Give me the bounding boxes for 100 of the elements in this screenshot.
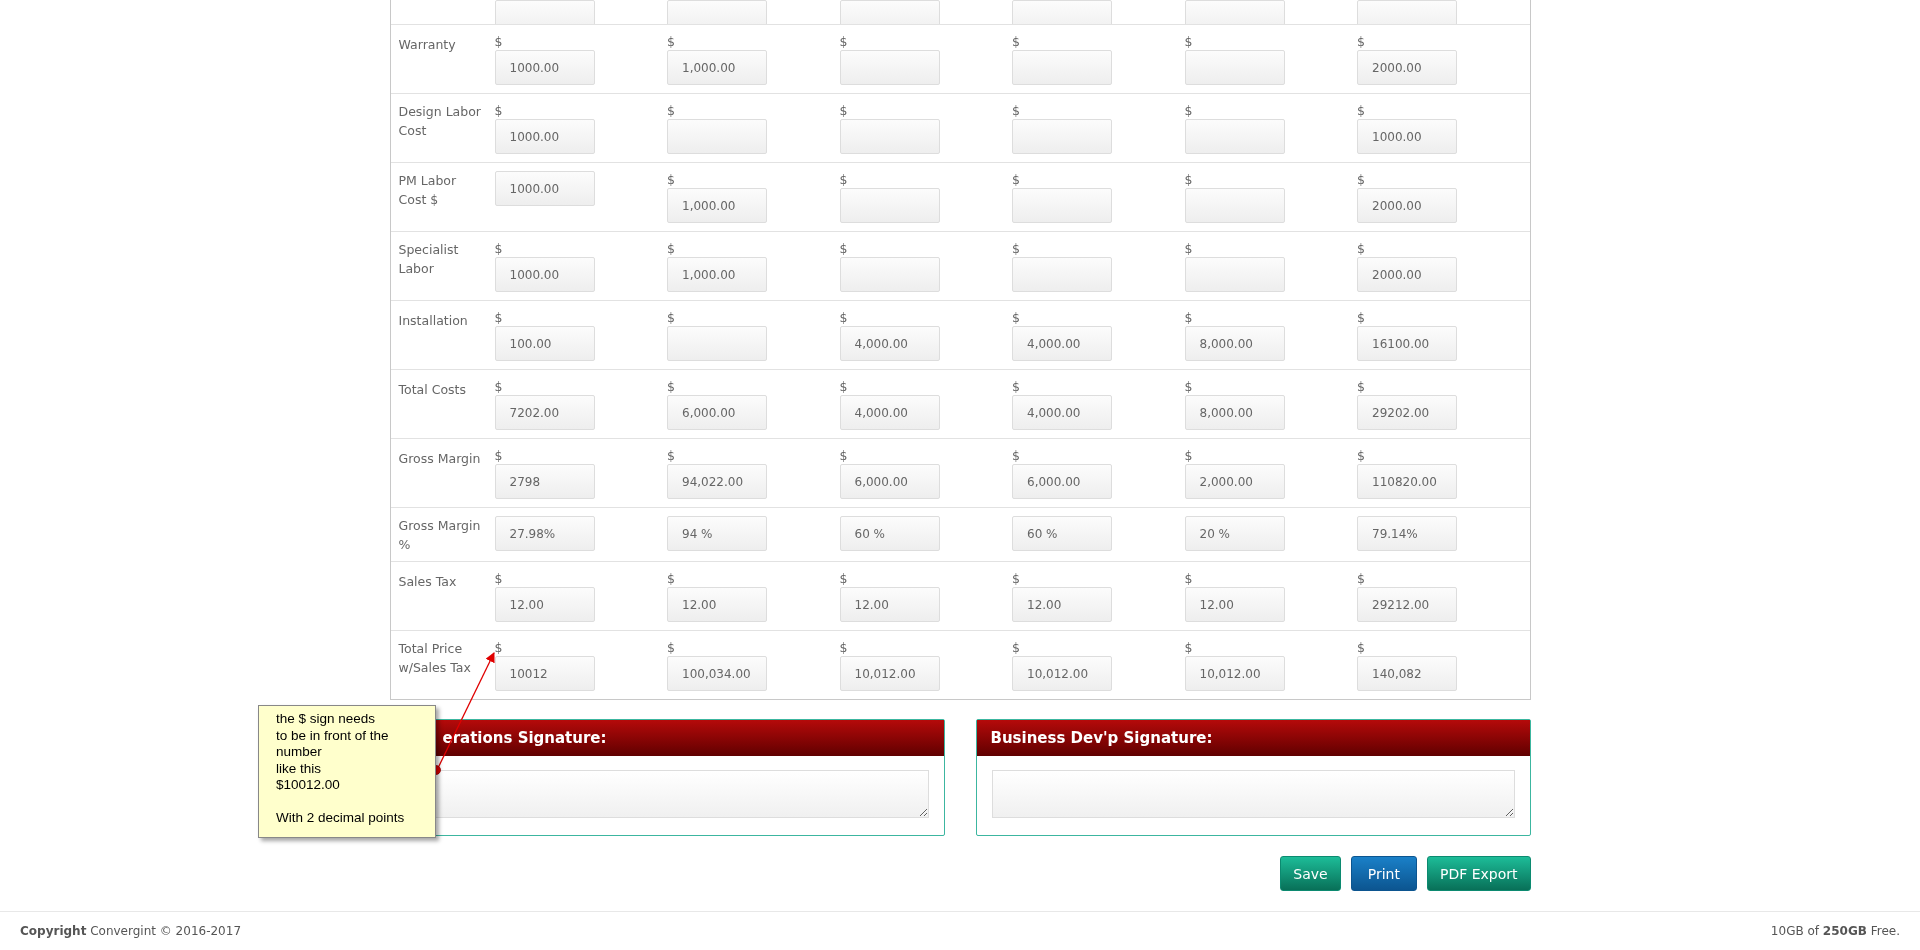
amount-field[interactable]: 10,012.00 bbox=[1184, 656, 1285, 691]
currency-sign: $ bbox=[667, 639, 675, 656]
amount-field[interactable]: 2000.00 bbox=[1357, 188, 1457, 223]
amount-field[interactable]: 60 % bbox=[1012, 516, 1112, 551]
currency-sign: $ bbox=[839, 570, 848, 587]
amount-field[interactable]: 1,000.00 bbox=[667, 257, 767, 292]
amount-field[interactable]: 2000.00 bbox=[1357, 257, 1457, 292]
action-button[interactable]: PDF Export bbox=[1426, 856, 1531, 891]
signature-field[interactable] bbox=[991, 770, 1515, 818]
amount-field[interactable]: 140,082 bbox=[1357, 656, 1457, 691]
amount-field[interactable]: 1000.00 bbox=[1357, 119, 1457, 154]
amount-field[interactable] bbox=[667, 119, 767, 154]
amount-field[interactable]: 8,000.00 bbox=[1184, 395, 1285, 430]
currency-sign: $ bbox=[1357, 102, 1365, 119]
amount-field[interactable]: 8,000.00 bbox=[1184, 326, 1285, 361]
amount-field[interactable]: 100,034.00 bbox=[667, 656, 767, 691]
currency-sign: $ bbox=[667, 102, 675, 119]
amount-field[interactable]: 4,000.00 bbox=[1012, 326, 1112, 361]
currency-sign: $ bbox=[1012, 240, 1020, 257]
amount-field[interactable] bbox=[1184, 188, 1285, 223]
amount-field[interactable]: 29212.00 bbox=[1357, 587, 1457, 622]
currency-sign: $ bbox=[1357, 240, 1365, 257]
amount-field[interactable] bbox=[839, 188, 940, 223]
amount-field[interactable]: 12.00 bbox=[839, 587, 940, 622]
amount-field[interactable]: 94 % bbox=[667, 516, 767, 551]
currency-sign: $ bbox=[494, 639, 503, 656]
amount-field[interactable]: 7202.00 bbox=[494, 395, 595, 430]
currency-sign: $ bbox=[839, 309, 848, 326]
currency-sign: $ bbox=[1357, 33, 1365, 50]
amount-field[interactable] bbox=[1184, 119, 1285, 154]
row-label: Warranty bbox=[398, 36, 456, 54]
currency-sign: $ bbox=[667, 33, 675, 50]
amount-field[interactable]: 1,000.00 bbox=[667, 50, 767, 85]
row-label: Gross Margin % bbox=[398, 517, 482, 554]
currency-sign: $ bbox=[667, 240, 675, 257]
currency-sign: $ bbox=[1012, 102, 1020, 119]
copyright-text: Copyright Convergint © 2016-2017 bbox=[20, 924, 242, 938]
currency-sign: $ bbox=[667, 171, 675, 188]
panel-title: erations Signature: bbox=[442, 729, 607, 747]
row-label: Design Labor Cost bbox=[398, 103, 482, 140]
amount-field[interactable]: 29202.00 bbox=[1357, 395, 1457, 430]
row-label: Installation bbox=[398, 312, 468, 330]
amount-field[interactable]: 6,000.00 bbox=[1012, 464, 1112, 499]
amount-field[interactable] bbox=[1184, 50, 1285, 85]
amount-field[interactable]: 12.00 bbox=[1184, 587, 1285, 622]
amount-field[interactable] bbox=[1012, 188, 1112, 223]
row-label: PM Labor Cost $ bbox=[398, 172, 458, 209]
row-label: Specialist Labor bbox=[398, 241, 460, 278]
amount-field[interactable] bbox=[839, 257, 940, 292]
currency-sign: $ bbox=[1357, 570, 1365, 587]
amount-field[interactable]: 10012 bbox=[494, 656, 595, 691]
amount-field[interactable]: 110820.00 bbox=[1357, 464, 1457, 499]
amount-field[interactable]: 2798 bbox=[494, 464, 595, 499]
amount-field[interactable]: 12.00 bbox=[1012, 587, 1112, 622]
amount-field[interactable]: 12.00 bbox=[494, 587, 595, 622]
amount-field[interactable]: 100.00 bbox=[494, 326, 595, 361]
amount-field[interactable] bbox=[839, 119, 940, 154]
row-label: Total Costs bbox=[398, 381, 466, 399]
currency-sign: $ bbox=[839, 639, 848, 656]
amount-field[interactable] bbox=[1012, 119, 1112, 154]
currency-sign: $ bbox=[1012, 378, 1020, 395]
amount-field[interactable]: 27.98% bbox=[494, 516, 595, 551]
action-button[interactable]: Save bbox=[1280, 856, 1341, 891]
currency-sign: $ bbox=[1012, 570, 1020, 587]
amount-field[interactable]: 4,000.00 bbox=[1012, 395, 1112, 430]
amount-field[interactable]: 2000.00 bbox=[1357, 50, 1457, 85]
amount-field[interactable] bbox=[667, 326, 767, 361]
amount-field[interactable]: 79.14% bbox=[1357, 516, 1457, 551]
amount-field[interactable]: 94,022.00 bbox=[667, 464, 767, 499]
amount-field[interactable]: 1000.00 bbox=[494, 50, 595, 85]
amount-field[interactable]: 6,000.00 bbox=[667, 395, 767, 430]
currency-sign: $ bbox=[1012, 171, 1020, 188]
amount-field[interactable]: 2,000.00 bbox=[1184, 464, 1285, 499]
amount-field[interactable]: 10,012.00 bbox=[839, 656, 940, 691]
amount-field[interactable]: 60 % bbox=[839, 516, 940, 551]
amount-field[interactable]: 12.00 bbox=[667, 587, 767, 622]
amount-field[interactable]: 1000.00 bbox=[494, 119, 595, 154]
currency-sign: $ bbox=[839, 171, 848, 188]
action-button[interactable]: Print bbox=[1350, 856, 1417, 891]
amount-field[interactable] bbox=[839, 50, 940, 85]
amount-field[interactable] bbox=[1184, 257, 1285, 292]
currency-sign: $ bbox=[494, 102, 503, 119]
amount-field[interactable] bbox=[1012, 257, 1112, 292]
amount-field[interactable]: 20 % bbox=[1184, 516, 1285, 551]
amount-field[interactable]: 10,012.00 bbox=[1012, 656, 1112, 691]
amount-field[interactable]: 4,000.00 bbox=[839, 326, 940, 361]
amount-field[interactable] bbox=[1012, 50, 1112, 85]
currency-sign: $ bbox=[839, 33, 848, 50]
currency-sign: $ bbox=[839, 378, 848, 395]
amount-field[interactable]: 4,000.00 bbox=[839, 395, 940, 430]
amount-field[interactable]: 1000.00 bbox=[494, 257, 595, 292]
currency-sign: $ bbox=[494, 570, 503, 587]
currency-sign: $ bbox=[839, 240, 848, 257]
currency-sign: $ bbox=[1184, 33, 1193, 50]
amount-field[interactable]: 6,000.00 bbox=[839, 464, 940, 499]
amount-field[interactable]: 16100.00 bbox=[1357, 326, 1457, 361]
currency-sign: $ bbox=[494, 309, 503, 326]
amount-field[interactable]: 1000.00 bbox=[494, 171, 595, 206]
currency-sign: $ bbox=[1184, 639, 1193, 656]
amount-field[interactable]: 1,000.00 bbox=[667, 188, 767, 223]
